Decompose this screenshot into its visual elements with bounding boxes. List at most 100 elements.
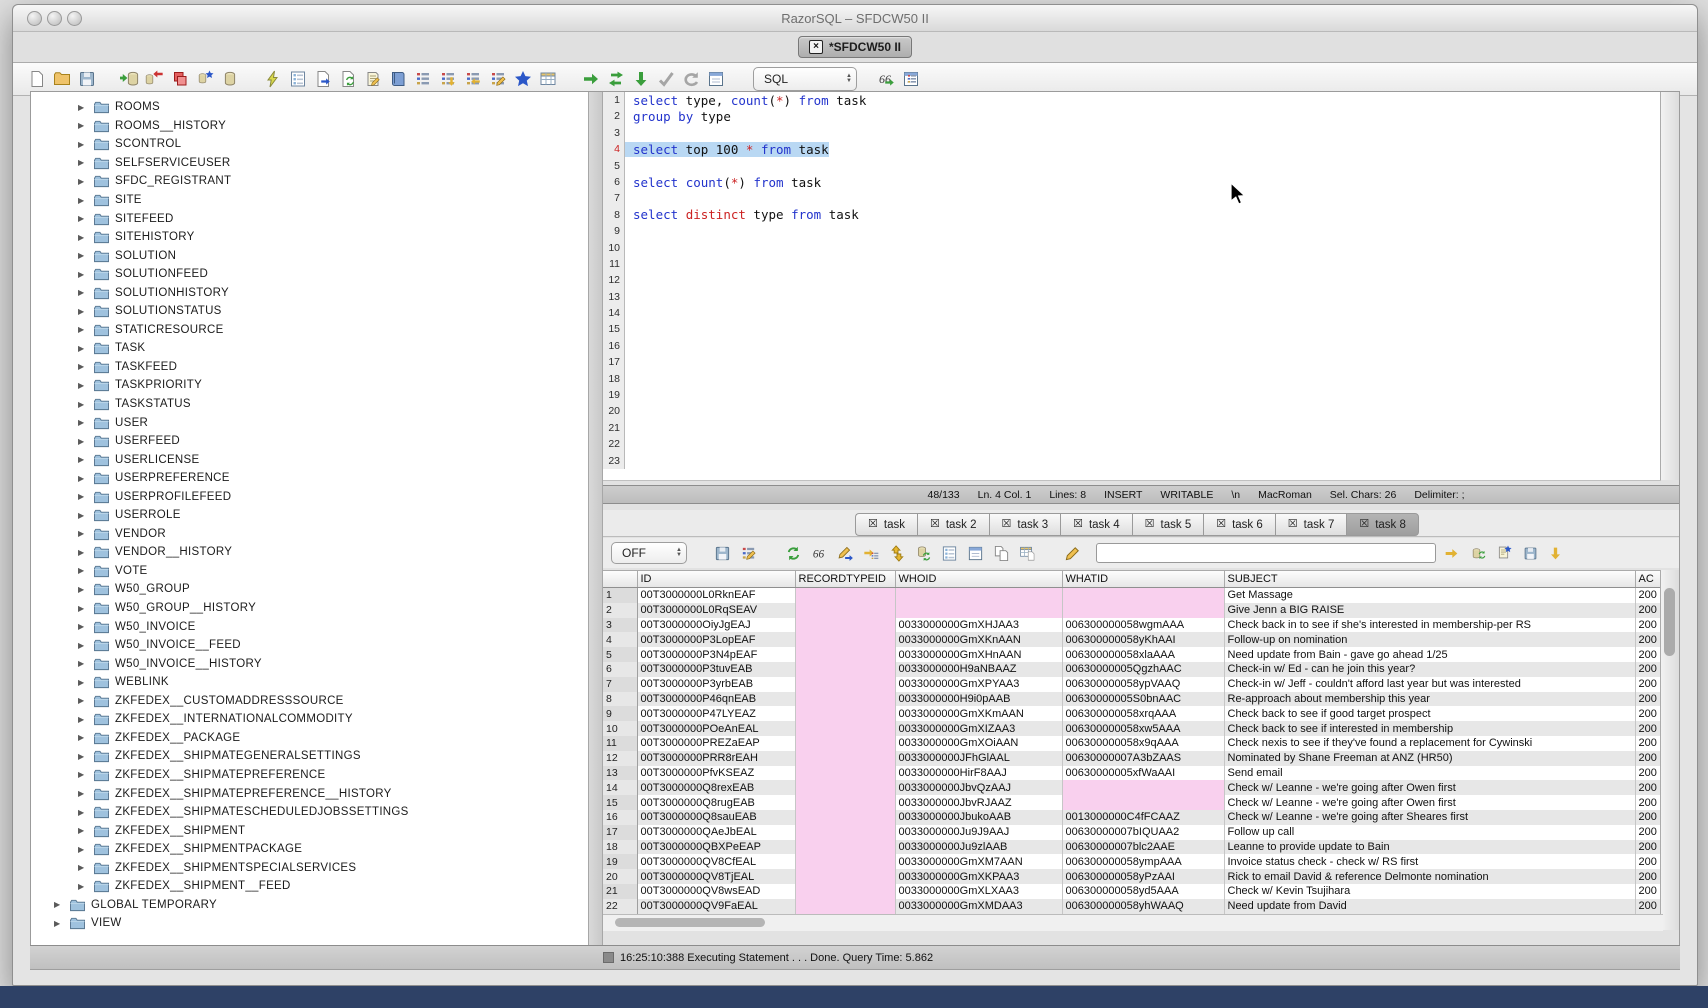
cell-whoid[interactable] xyxy=(895,603,1062,618)
favorites-icon[interactable] xyxy=(513,69,533,89)
cell-recordtypeid[interactable] xyxy=(795,780,895,795)
table-row[interactable]: 20 00T3000000QV8TjEAL 0033000000GmXKPAA3… xyxy=(603,869,1663,884)
edit-table-icon[interactable] xyxy=(288,69,308,89)
table-row[interactable]: 2 00T3000000L0RqSEAV Give Jenn a BIG RAI… xyxy=(603,603,1663,618)
zoom-window-button[interactable] xyxy=(67,11,82,26)
cell-id[interactable]: 00T3000000Q8rexEAB xyxy=(637,780,795,795)
cell-whoid[interactable]: 0033000000GmXKPAA3 xyxy=(895,869,1062,884)
move-down-icon[interactable] xyxy=(1546,543,1566,563)
cell-whoid[interactable]: 0033000000GmXKnAAN xyxy=(895,632,1062,647)
tree-item[interactable]: ▶ ROOMS xyxy=(31,98,588,117)
cell-whoid[interactable]: 0033000000GmXMDAA3 xyxy=(895,899,1062,914)
copy-connection-icon[interactable] xyxy=(170,69,190,89)
close-tab-icon[interactable]: ☒ xyxy=(1145,519,1155,530)
disclosure-triangle-icon[interactable]: ▶ xyxy=(78,381,88,390)
editor-line[interactable]: 12 xyxy=(603,272,1661,288)
edit-notes-icon[interactable] xyxy=(363,69,383,89)
tree-item[interactable]: ▶ ZKFEDEX__PACKAGE xyxy=(31,729,588,748)
page-view-icon[interactable] xyxy=(965,543,985,563)
disclosure-triangle-icon[interactable]: ▶ xyxy=(78,196,88,205)
disclosure-triangle-icon[interactable]: ▶ xyxy=(78,789,88,798)
cell-ac[interactable]: 200 xyxy=(1635,780,1663,795)
cell-recordtypeid[interactable] xyxy=(795,692,895,707)
cell-subject[interactable]: Re-approach about membership this year xyxy=(1224,692,1635,707)
cell-id[interactable]: 00T3000000P3LopEAF xyxy=(637,632,795,647)
editor-line[interactable]: 20 xyxy=(603,403,1661,419)
show-results-icon[interactable] xyxy=(706,69,726,89)
result-tab[interactable]: ☒ task 2 xyxy=(917,513,989,536)
disclosure-triangle-icon[interactable]: ▶ xyxy=(78,641,88,650)
cell-recordtypeid[interactable] xyxy=(795,751,895,766)
tree-item[interactable]: ▶ TASK xyxy=(31,339,588,358)
table-row[interactable]: 8 00T3000000P46qnEAB 0033000000H9i0pAAB … xyxy=(603,692,1663,707)
cell-subject[interactable]: Check w/ Leanne - we're going after Owen… xyxy=(1224,795,1635,810)
cell-whatid[interactable] xyxy=(1062,780,1224,795)
col-subject[interactable]: SUBJECT xyxy=(1224,571,1635,588)
editor-line[interactable]: 4 select top 100 * from task xyxy=(603,141,1661,157)
tree-item[interactable]: ▶ W50_GROUP__HISTORY xyxy=(31,599,588,618)
format-list-icon[interactable] xyxy=(413,69,433,89)
editor-line[interactable]: 1 select type, count(*) from task xyxy=(603,92,1661,108)
sort-rows-icon[interactable] xyxy=(887,543,907,563)
cell-id[interactable]: 00T3000000P3tuvEAB xyxy=(637,662,795,677)
cell-subject[interactable]: Give Jenn a BIG RAISE xyxy=(1224,603,1635,618)
col-whoid[interactable]: WHOID xyxy=(895,571,1062,588)
disclosure-triangle-icon[interactable]: ▶ xyxy=(78,659,88,668)
tree-item[interactable]: ▶ TASKPRIORITY xyxy=(31,376,588,395)
refresh-results-icon[interactable] xyxy=(783,543,803,563)
new-database-icon[interactable] xyxy=(195,69,215,89)
cell-whoid[interactable]: 0033000000H9aNBAAZ xyxy=(895,662,1062,677)
cell-subject[interactable]: Check back to see if good target prospec… xyxy=(1224,706,1635,721)
editor-line[interactable]: 23 xyxy=(603,453,1661,469)
table-row[interactable]: 12 00T3000000PRR8rEAH 0033000000JFhGlAAL… xyxy=(603,751,1663,766)
cell-whoid[interactable]: 0033000000JbukoAAB xyxy=(895,810,1062,825)
editor-line[interactable]: 11 xyxy=(603,256,1661,272)
cell-whatid[interactable]: 00630000007bIQUAA2 xyxy=(1062,825,1224,840)
disclosure-triangle-icon[interactable]: ▶ xyxy=(78,214,88,223)
cell-subject[interactable]: Send email xyxy=(1224,766,1635,781)
cell-whatid[interactable]: 006300000058wgmAAA xyxy=(1062,618,1224,633)
cell-ac[interactable]: 200 xyxy=(1635,632,1663,647)
cell-whatid[interactable]: 006300000058xw5AAA xyxy=(1062,721,1224,736)
tree-item[interactable]: ▶ VIEW xyxy=(31,914,588,933)
code-text[interactable]: select distinct type from task xyxy=(625,207,859,222)
grid-hscroll-thumb[interactable] xyxy=(615,918,765,927)
rollback-icon[interactable] xyxy=(681,69,701,89)
table-row[interactable]: 3 00T3000000OiyJgEAJ 0033000000GmXHJAA3 … xyxy=(603,618,1663,633)
cell-id[interactable]: 00T3000000P3N4pEAF xyxy=(637,647,795,662)
close-tab-icon[interactable]: ☒ xyxy=(1073,519,1083,530)
table-row[interactable]: 5 00T3000000P3N4pEAF 0033000000GmXHnAAN … xyxy=(603,647,1663,662)
minimize-window-button[interactable] xyxy=(47,11,62,26)
execute-forward-icon[interactable] xyxy=(581,69,601,89)
cell-whoid[interactable]: 0033000000HirF8AAJ xyxy=(895,766,1062,781)
cell-id[interactable]: 00T3000000P3yrbEAB xyxy=(637,677,795,692)
cell-recordtypeid[interactable] xyxy=(795,618,895,633)
disclosure-triangle-icon[interactable]: ▶ xyxy=(78,548,88,557)
import-page-icon[interactable] xyxy=(338,69,358,89)
grid-horizontal-scrollbar[interactable] xyxy=(603,914,1663,931)
result-tab[interactable]: ☒ task 7 xyxy=(1275,513,1347,536)
close-tab-icon[interactable]: ☒ xyxy=(868,519,878,530)
cell-whoid[interactable]: 0033000000GmXKmAAN xyxy=(895,706,1062,721)
cell-whoid[interactable]: 0033000000JbvQzAAJ xyxy=(895,780,1062,795)
cell-whatid[interactable]: 006300000058yd5AAA xyxy=(1062,884,1224,899)
code-text[interactable]: select top 100 * from task xyxy=(625,142,829,157)
disconnect-icon[interactable] xyxy=(145,69,165,89)
disclosure-triangle-icon[interactable]: ▶ xyxy=(78,696,88,705)
sql-editor[interactable]: 1 select type, count(*) from task 2 grou… xyxy=(603,92,1661,481)
tree-item[interactable]: ▶ ZKFEDEX__CUSTOMADDRESSSOURCE xyxy=(31,692,588,711)
disclosure-triangle-icon[interactable]: ▶ xyxy=(78,492,88,501)
disclosure-triangle-icon[interactable]: ▶ xyxy=(78,455,88,464)
tree-item[interactable]: ▶ USERFEED xyxy=(31,432,588,451)
cell-recordtypeid[interactable] xyxy=(795,899,895,914)
cell-subject[interactable]: Check back to see if interested in membe… xyxy=(1224,721,1635,736)
tree-item[interactable]: ▶ TASKSTATUS xyxy=(31,395,588,414)
editor-line[interactable]: 18 xyxy=(603,371,1661,387)
tree-item[interactable]: ▶ SITEHISTORY xyxy=(31,228,588,247)
tree-item[interactable]: ▶ W50_INVOICE__FEED xyxy=(31,636,588,655)
grid-vertical-scrollbar[interactable] xyxy=(1660,570,1679,930)
cell-recordtypeid[interactable] xyxy=(795,647,895,662)
cell-whatid[interactable]: 00630000007A3bZAAS xyxy=(1062,751,1224,766)
table-row[interactable]: 10 00T3000000POeAnEAL 0033000000GmXIZAA3… xyxy=(603,721,1663,736)
cell-subject[interactable]: Check-in w/ Jeff - couldn't afford last … xyxy=(1224,677,1635,692)
